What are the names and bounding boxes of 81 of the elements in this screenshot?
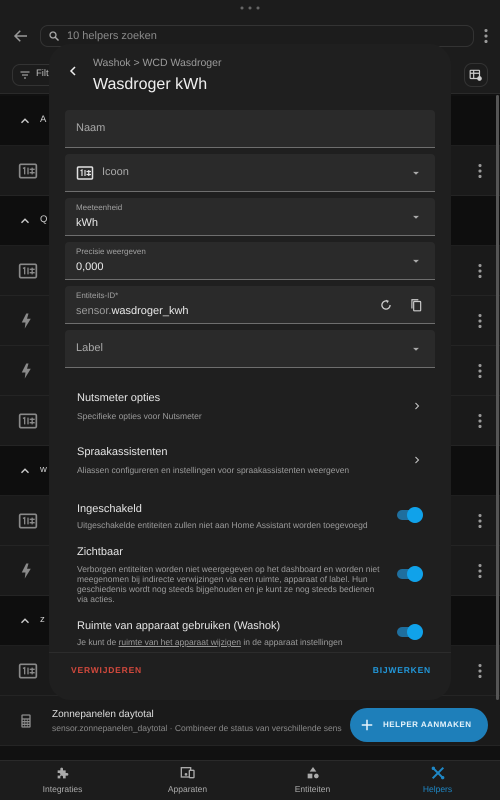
toggle-title: Zichtbaar <box>77 545 124 560</box>
shapes-icon <box>304 765 320 782</box>
more-icon <box>478 414 482 428</box>
counter-icon <box>18 160 38 180</box>
search-icon <box>48 30 60 42</box>
group-label: Q <box>40 213 48 228</box>
row-menu-button[interactable] <box>478 164 482 178</box>
input-field[interactable]: Entiteits-ID* sensor.wasdroger_kwh <box>65 286 435 324</box>
field-value: kWh <box>76 216 99 231</box>
counter-icon <box>18 510 38 530</box>
drag-handle-icon[interactable] <box>238 5 262 11</box>
more-icon <box>478 664 482 678</box>
row-menu-button[interactable] <box>478 664 482 678</box>
reset-button[interactable] <box>379 298 393 312</box>
counter-icon <box>18 660 38 680</box>
toggle-switch[interactable] <box>397 507 423 524</box>
breadcrumb: Washok > WCD Wasdroger <box>93 56 222 71</box>
toggle-description: Uitgeschakelde entiteiten zullen niet aan Home Assistant worden toegevoegd <box>77 520 369 530</box>
select-field[interactable]: Meeteenheid kWh <box>65 198 435 236</box>
toggle-title: Ingeschakeld <box>77 502 143 516</box>
nav-tab[interactable]: Entiteiten <box>250 761 375 800</box>
update-button[interactable]: BIJWERKEN <box>366 660 437 681</box>
more-icon <box>484 29 488 43</box>
dialog-title: Wasdroger kWh <box>93 74 208 95</box>
group-label: A <box>40 113 46 128</box>
counter-icon <box>18 410 38 430</box>
nav-tab[interactable]: Helpers <box>375 761 500 800</box>
field-value: 0,000 <box>76 260 105 275</box>
filter-icon <box>19 68 31 80</box>
group-label: w <box>40 463 47 478</box>
tools-icon <box>430 765 446 782</box>
copy-button[interactable] <box>409 298 423 312</box>
select-field[interactable]: Precisie weergeven 0,000 <box>65 242 435 280</box>
plus-icon <box>360 718 374 732</box>
option-title[interactable]: Spraakassistenten <box>77 444 411 461</box>
more-icon <box>478 564 482 578</box>
field-label: Precisie weergeven <box>76 246 147 258</box>
scrollbar[interactable] <box>496 95 499 700</box>
row-menu-button[interactable] <box>478 414 482 428</box>
refresh-icon <box>379 298 393 312</box>
more-icon <box>478 164 482 178</box>
row-menu-button[interactable] <box>478 364 482 378</box>
row-menu-button[interactable] <box>478 564 482 578</box>
more-icon <box>478 314 482 328</box>
row-subtitle: sensor.zonnepanelen_daytotal · Combineer de status van verschillende sens <box>52 722 342 734</box>
select-field[interactable]: Label <box>65 330 435 368</box>
delete-button[interactable]: VERWIJDEREN <box>65 660 148 681</box>
counter-icon <box>76 164 94 182</box>
option-description: Specifieke opties voor Nutsmeter <box>77 410 203 422</box>
row-title: Zonnepanelen daytotal <box>52 708 155 722</box>
nav-tab[interactable]: Apparaten <box>125 761 250 800</box>
counter-icon <box>18 260 38 280</box>
row-menu-button[interactable] <box>478 314 482 328</box>
add-helper-button[interactable]: HELPER AANMAKEN <box>350 708 488 742</box>
option-title[interactable]: Nutsmeter opties <box>77 390 411 406</box>
toggle-switch[interactable] <box>397 624 423 640</box>
row-menu-button[interactable] <box>478 514 482 528</box>
toggle-switch[interactable] <box>397 566 423 582</box>
puzzle-icon <box>54 765 70 782</box>
toggle-description: Je kunt de ruimte van het apparaat wijzigen in de apparaat instellingen <box>77 637 344 647</box>
field-value: sensor.wasdroger_kwh <box>76 304 190 319</box>
toggle-title: Ruimte van apparaat gebruiken (Washok) <box>77 618 282 634</box>
table-gear-icon <box>469 68 483 82</box>
input-field[interactable]: Naam <box>65 110 435 148</box>
settings-link[interactable]: ruimte van het apparaat wijzigen <box>118 637 241 647</box>
devices-icon <box>180 765 196 782</box>
row-menu-button[interactable] <box>478 264 482 278</box>
field-label: Meeteenheid <box>76 202 124 214</box>
nav-tab[interactable]: Integraties <box>0 761 125 800</box>
more-icon <box>478 364 482 378</box>
more-button[interactable] <box>484 29 488 43</box>
field-label: Label <box>76 341 104 356</box>
more-icon <box>478 514 482 528</box>
field-label: Entiteits-ID* <box>76 290 120 302</box>
option-description: Aliassen configureren en instellingen voor spraakassistenten weergeven <box>77 464 350 476</box>
group-label: z <box>40 613 45 628</box>
copy-icon <box>409 298 423 312</box>
more-icon <box>478 264 482 278</box>
select-field[interactable]: Icoon <box>65 154 435 192</box>
toggle-description: Verborgen entiteiten worden niet weergegeven op het dashboard en worden niet meegenomen bij indirecte verwijzingen via een ruimte, apparaat of label. Hun geschiedenis wordt nog steeds bijgehouden en je kunt ze nog steeds bedienen via acties. <box>77 564 380 604</box>
table-settings-button[interactable] <box>464 62 488 86</box>
